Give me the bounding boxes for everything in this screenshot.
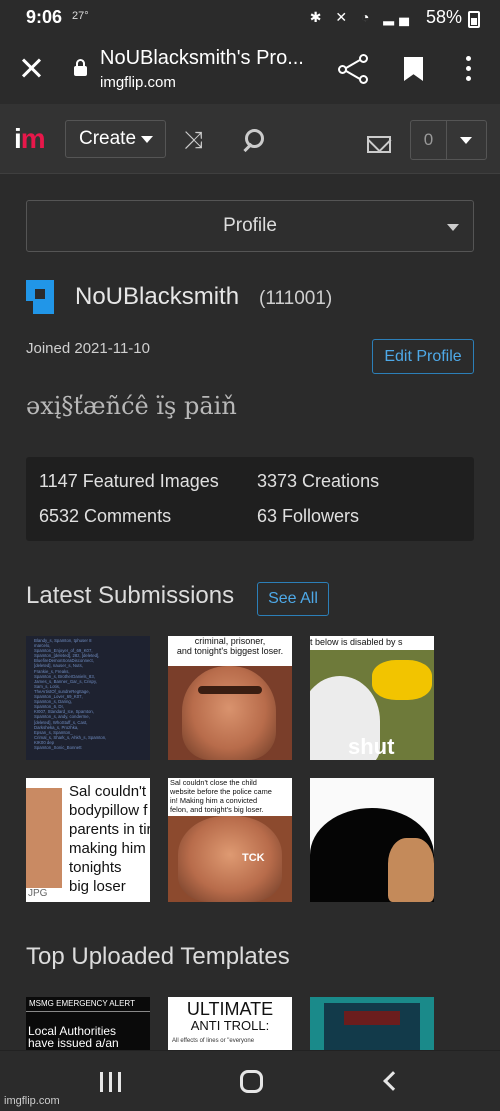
notification-count: 0	[411, 121, 447, 159]
thumbnail-caption: t below is disabled by s	[310, 637, 403, 647]
thumbnail-caption: Blandy_s, Spamton, tphuser 8 marcelo, Sp…	[34, 638, 107, 750]
status-time: 9:06	[26, 7, 63, 27]
profile-bio: əxį§ťæñćê ïş pāiň	[26, 392, 237, 420]
search-icon[interactable]	[242, 129, 264, 151]
template-body: ANTI TROLL:	[190, 1018, 270, 1033]
battery-icon	[468, 11, 480, 28]
thumbnail-caption: Sal couldn't close the child website bef…	[170, 778, 272, 814]
submission-thumbnail[interactable]: Sal couldn't close the child website bef…	[168, 778, 292, 902]
status-bar: 9:06 27° ✱ ✕ ◔ ▂▄ 58%	[0, 0, 500, 36]
template-body: Local Authorities have issued a/an	[28, 1024, 119, 1050]
chevron-down-icon	[447, 224, 459, 231]
chevron-down-icon	[460, 137, 472, 144]
submission-thumbnail[interactable]: Sal couldn't bodypillow f parents in tir…	[26, 778, 150, 902]
latest-submissions-title: Latest Submissions	[26, 582, 235, 609]
stat-comments[interactable]: 6532 Comments	[39, 506, 171, 527]
status-temperature: 27°	[72, 10, 89, 22]
thumbnail-word: shut	[348, 734, 395, 759]
thumbnail-caption: Sal couldn't bodypillow f parents in tir…	[69, 783, 150, 895]
home-icon[interactable]	[240, 1070, 263, 1093]
create-label: Create	[79, 128, 137, 149]
back-icon[interactable]	[383, 1071, 403, 1091]
recent-apps-icon[interactable]	[100, 1072, 122, 1092]
watermark: imgflip.com	[4, 1095, 60, 1107]
profile-dropdown[interactable]: Profile	[26, 200, 474, 252]
submission-thumbnail[interactable]	[310, 778, 434, 902]
browser-toolbar: NoUBlacksmith's Pro... imgflip.com	[0, 36, 500, 104]
system-navigation-bar	[0, 1050, 500, 1111]
page-url[interactable]: imgflip.com	[100, 74, 176, 91]
top-templates-title: Top Uploaded Templates	[26, 943, 290, 970]
battery-percent: 58%	[425, 7, 462, 27]
mail-icon[interactable]	[367, 136, 391, 153]
edit-profile-button[interactable]: Edit Profile	[372, 339, 474, 374]
template-caption: MSMG EMERGENCY ALERT	[29, 999, 135, 1008]
status-icons: ✱ ✕ ◔ ▂▄	[309, 9, 414, 25]
notifications-button[interactable]: 0	[410, 120, 487, 160]
submission-thumbnail[interactable]: Blandy_s, Spamton, tphuser 8 marcelo, Sp…	[26, 636, 150, 760]
stat-creations[interactable]: 3373 Creations	[257, 471, 379, 492]
profile-stats: 1147 Featured Images 3373 Creations 6532…	[26, 457, 474, 541]
site-header: im Create ⤨ 0	[0, 104, 500, 174]
imgflip-logo[interactable]: im	[14, 125, 46, 153]
stat-followers[interactable]: 63 Followers	[257, 506, 359, 527]
template-thumbnail[interactable]	[310, 997, 434, 1050]
page-title[interactable]: NoUBlacksmith's Pro...	[100, 47, 315, 70]
see-all-button[interactable]: See All	[257, 582, 329, 616]
bookmark-icon[interactable]	[404, 57, 423, 81]
user-points: (111001)	[259, 288, 333, 309]
close-icon[interactable]	[20, 56, 44, 80]
username: NoUBlacksmith	[75, 283, 240, 310]
joined-date: Joined 2021-11-10	[26, 340, 150, 357]
template-small-text: All effects of lines or "everyone	[172, 1038, 255, 1044]
profile-dropdown-label: Profile	[223, 215, 277, 236]
template-thumbnail[interactable]: ULTIMATE ANTI TROLL: All effects of line…	[168, 997, 292, 1050]
thumbnail-tag: JPG	[28, 888, 48, 899]
stat-featured-images[interactable]: 1147 Featured Images	[39, 471, 219, 492]
more-options-icon[interactable]	[466, 56, 472, 82]
lock-icon[interactable]	[74, 59, 87, 76]
share-icon[interactable]	[338, 54, 368, 84]
shuffle-icon[interactable]: ⤨	[184, 129, 218, 153]
thumbnail-caption: criminal, prisoner, and tonight's bigges…	[176, 636, 284, 656]
template-caption: ULTIMATE	[186, 999, 274, 1019]
avatar	[26, 280, 54, 314]
thumbnail-tag: TCK	[242, 852, 265, 864]
submission-thumbnail[interactable]: t below is disabled by s shut	[310, 636, 434, 760]
chevron-down-icon	[141, 136, 153, 143]
create-button[interactable]: Create	[65, 120, 166, 158]
template-thumbnail[interactable]: MSMG EMERGENCY ALERT Local Authorities h…	[26, 997, 150, 1050]
submission-thumbnail[interactable]: criminal, prisoner, and tonight's bigges…	[168, 636, 292, 760]
